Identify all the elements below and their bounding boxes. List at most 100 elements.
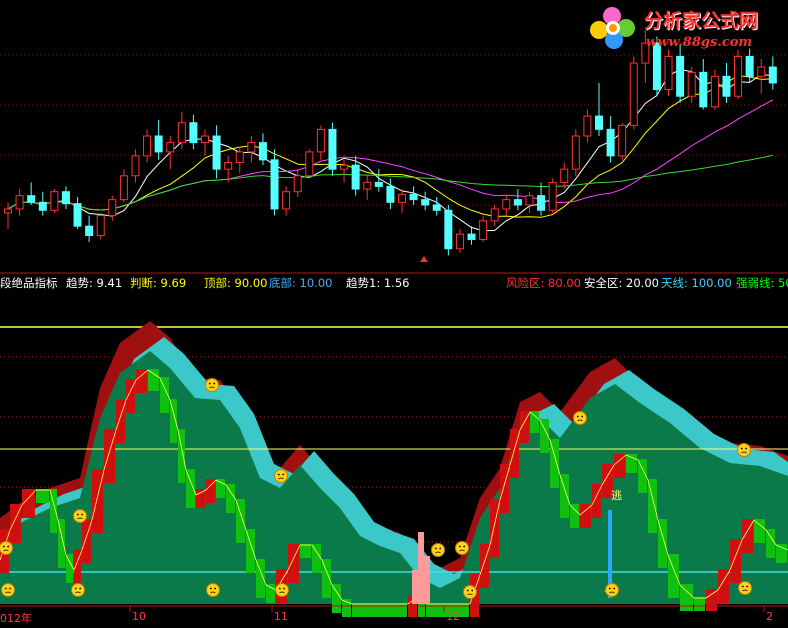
step-line bbox=[569, 504, 581, 516]
step-line bbox=[0, 529, 11, 561]
step-bar bbox=[408, 595, 417, 617]
smiley-icon bbox=[0, 541, 13, 555]
x-axis-label: 11 bbox=[274, 610, 288, 623]
candle bbox=[710, 75, 719, 108]
step-bar bbox=[658, 519, 667, 568]
signal-bar bbox=[424, 556, 430, 604]
runner-icon bbox=[604, 584, 616, 592]
step-line bbox=[115, 399, 127, 431]
step-line bbox=[775, 544, 788, 551]
step-line bbox=[125, 379, 137, 401]
trend-area bbox=[0, 337, 788, 604]
logo-url: www.88gs.com bbox=[646, 35, 753, 50]
signal-bar bbox=[412, 570, 418, 604]
step-line bbox=[753, 519, 767, 531]
step-line bbox=[91, 469, 105, 521]
candle bbox=[421, 199, 430, 206]
step-bar bbox=[312, 544, 321, 573]
step-bar bbox=[530, 411, 539, 433]
candle bbox=[305, 151, 314, 177]
step-line bbox=[21, 489, 37, 506]
smiley-icon bbox=[738, 581, 752, 595]
step-bar bbox=[730, 539, 741, 583]
signal-bar bbox=[418, 532, 424, 604]
step-bar bbox=[36, 489, 49, 503]
smiley-icon bbox=[605, 583, 619, 597]
step-line bbox=[417, 595, 427, 605]
step-line bbox=[407, 595, 419, 605]
smiley-icon bbox=[573, 411, 587, 425]
step-bar bbox=[10, 504, 21, 543]
step-line bbox=[185, 469, 197, 496]
step-bar bbox=[58, 519, 65, 568]
candle bbox=[537, 195, 546, 211]
candle bbox=[73, 203, 82, 227]
step-line bbox=[65, 554, 75, 571]
candle bbox=[513, 199, 522, 206]
step-bar bbox=[22, 489, 35, 518]
candle bbox=[398, 193, 406, 203]
step-bar bbox=[560, 474, 569, 518]
candle bbox=[38, 201, 47, 211]
step-bar bbox=[116, 399, 125, 443]
step-line bbox=[765, 529, 777, 546]
step-bar bbox=[550, 439, 559, 488]
candle bbox=[363, 181, 372, 190]
candle bbox=[560, 168, 569, 183]
step-line bbox=[49, 489, 59, 521]
risk-area bbox=[0, 321, 788, 604]
step-bar bbox=[480, 544, 489, 588]
candle bbox=[212, 135, 221, 170]
candle bbox=[722, 75, 731, 97]
indicator-item: 趋势1: 1.56 bbox=[346, 276, 410, 290]
step-bar bbox=[668, 554, 679, 598]
candle bbox=[50, 191, 59, 211]
step-bar bbox=[490, 499, 499, 558]
step-bar bbox=[160, 377, 169, 413]
step-bar bbox=[104, 429, 115, 483]
step-bar bbox=[66, 554, 73, 583]
indicator-item: 强弱线: 50 bbox=[736, 276, 788, 290]
step-bar bbox=[520, 411, 529, 443]
candle bbox=[247, 142, 256, 153]
candle bbox=[177, 122, 186, 144]
step-line bbox=[255, 559, 267, 586]
step-bar bbox=[206, 479, 215, 503]
step-line bbox=[479, 544, 491, 576]
candle bbox=[189, 122, 198, 144]
step-line bbox=[469, 574, 481, 605]
step-line bbox=[489, 499, 501, 546]
step-bar bbox=[178, 429, 185, 483]
step-bar bbox=[246, 529, 255, 573]
step-bar bbox=[216, 479, 225, 498]
step-line bbox=[637, 459, 649, 481]
step-line bbox=[579, 504, 593, 516]
step-bar bbox=[74, 549, 81, 583]
candle bbox=[479, 220, 488, 240]
candle bbox=[270, 159, 279, 210]
candle bbox=[409, 193, 418, 201]
step-line bbox=[741, 519, 755, 541]
step-line bbox=[205, 479, 217, 491]
indicator-item: 天线: 100.00 bbox=[661, 276, 732, 290]
step-bar bbox=[332, 584, 341, 613]
step-bar bbox=[470, 574, 479, 617]
step-bar bbox=[342, 599, 351, 617]
step-bar bbox=[592, 484, 601, 518]
step-bar bbox=[766, 529, 775, 558]
step-bar bbox=[186, 469, 195, 508]
step-bar bbox=[0, 529, 9, 573]
step-line bbox=[613, 454, 627, 466]
indicator-item: 判断: 9.69 bbox=[130, 276, 187, 290]
smiley-icon bbox=[274, 469, 288, 483]
step-bar bbox=[322, 559, 331, 598]
candle bbox=[131, 155, 140, 177]
step-bar bbox=[256, 559, 265, 598]
candle bbox=[734, 55, 743, 97]
logo: 分析家公式网 www.88gs.com bbox=[586, 2, 786, 54]
x-axis-label: 10 bbox=[132, 610, 146, 623]
candle bbox=[606, 128, 615, 157]
main-area bbox=[0, 351, 788, 604]
step-bar bbox=[300, 544, 311, 558]
step-bar bbox=[352, 603, 407, 617]
